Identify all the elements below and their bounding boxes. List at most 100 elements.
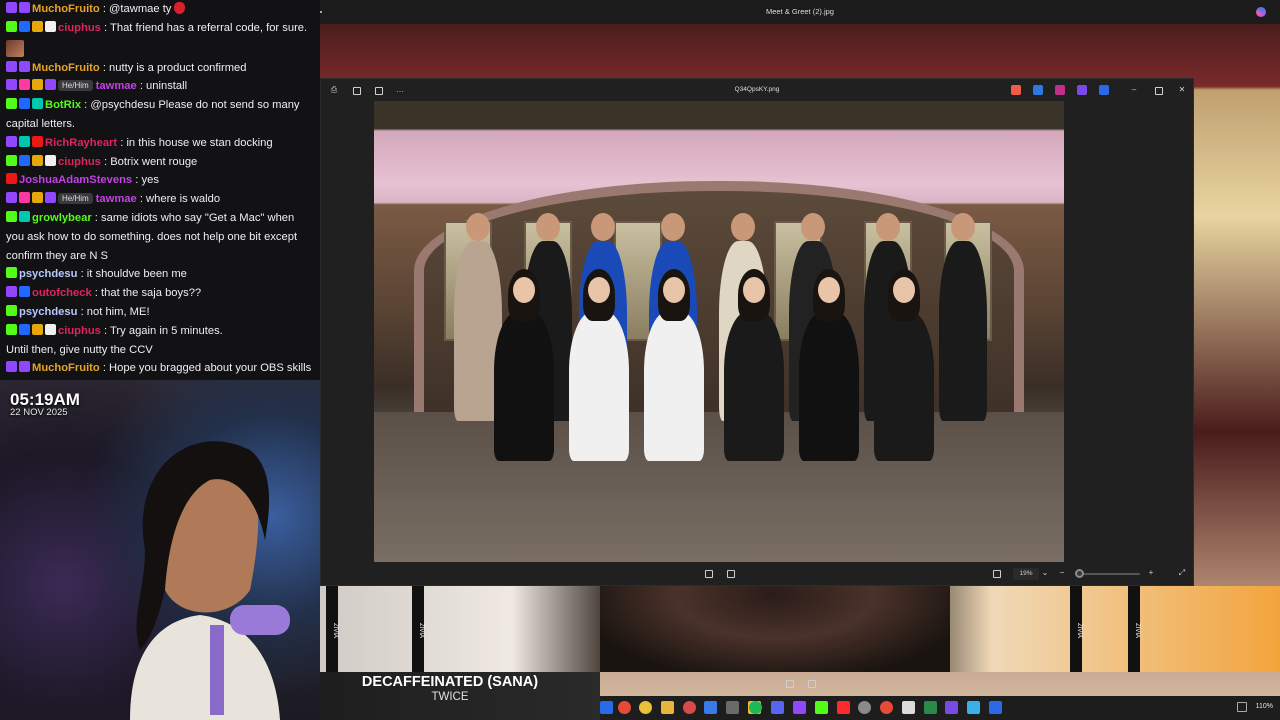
zoom-out-icon[interactable]: − [1057, 568, 1067, 578]
photo-person-head [466, 213, 490, 241]
chat-username[interactable]: JoshuaAdamStevens [19, 174, 132, 186]
chat-username[interactable]: tawmae [96, 80, 137, 92]
terminal-icon[interactable] [924, 701, 937, 714]
photo-person [874, 311, 934, 461]
copilot-icon[interactable] [1256, 7, 1266, 17]
chat-message[interactable]: BotRix : @psychdesu Please do not send s… [6, 96, 314, 134]
chat-message[interactable]: ciuphus : Botrix went rouge [6, 153, 314, 172]
chat-message[interactable]: growlybear : same idiots who say "Get a … [6, 209, 314, 265]
chat-message[interactable]: MuchoFruito : Hope you bragged about you… [6, 359, 314, 380]
chat-message[interactable]: MuchoFruito : nutty is a product confirm… [6, 59, 314, 78]
chat-username[interactable]: ciuphus [58, 325, 101, 337]
chat-badge-icon [32, 20, 43, 32]
chat-username[interactable]: MuchoFruito [32, 62, 100, 74]
chat-username[interactable]: RichRayheart [45, 137, 117, 149]
chat-message[interactable]: He/Him tawmae : where is waldo [6, 190, 314, 209]
outer-window-titlebar[interactable]: Meet & Greet (2).jpg [320, 0, 1280, 24]
chat-username[interactable]: tawmae [96, 193, 137, 205]
photo-person [799, 311, 859, 461]
chat-username[interactable]: ciuphus [58, 22, 101, 34]
zoom-slider[interactable] [1078, 573, 1140, 575]
chat-badge-icon [6, 135, 17, 147]
clipchamp-icon[interactable] [1055, 85, 1065, 95]
photo-person-head [588, 277, 610, 303]
chat-message[interactable]: outofcheck : that the saja boys?? [6, 284, 314, 303]
youtube-icon[interactable] [837, 701, 850, 714]
onedrive-icon[interactable] [1099, 85, 1109, 95]
song-title: DECAFFEINATED (SANA) [361, 674, 539, 690]
view-mode-icon[interactable] [991, 568, 1001, 578]
chat-text: : Botrix went rouge [104, 155, 198, 168]
obs-icon[interactable] [858, 701, 871, 714]
twitch-icon[interactable] [793, 701, 806, 714]
app-icon[interactable] [945, 701, 958, 714]
chat-message[interactable]: Until then, give nutty the CCV [6, 341, 314, 360]
chat-username[interactable]: BotRix [45, 99, 81, 111]
minimize-icon[interactable]: – [1129, 85, 1139, 95]
song-artist: TWICE [431, 691, 469, 703]
chat-username[interactable]: outofcheck [32, 287, 92, 299]
chat-badge-icon [6, 154, 17, 166]
spotify-icon[interactable] [749, 701, 762, 714]
chat-message[interactable]: RichRayheart : in this house we stan doc… [6, 134, 314, 153]
chat-emote-icon [6, 39, 24, 57]
paint-icon[interactable] [1033, 85, 1043, 95]
chat-username[interactable]: MuchoFruito [32, 362, 100, 374]
close-icon[interactable]: ✕ [1177, 85, 1187, 95]
chat-username[interactable]: psychdesu [19, 268, 77, 280]
photo-person [939, 241, 987, 421]
app-icon[interactable] [704, 701, 717, 714]
chat-badge-icon [19, 135, 30, 147]
chat-message[interactable]: psychdesu : it shouldve been me [6, 265, 314, 284]
lanyard: ZIVIA [1128, 586, 1140, 672]
zoom-in-icon[interactable]: + [1146, 568, 1156, 578]
chat-message[interactable]: psychdesu : not him, ME! [6, 303, 314, 322]
chat-username[interactable]: ciuphus [58, 156, 101, 168]
kick-icon[interactable] [815, 701, 828, 714]
chat-text: : it shouldve been me [80, 268, 187, 281]
chat-message[interactable]: ciuphus : Try again in 5 minutes. [6, 322, 314, 341]
crop-icon[interactable] [806, 678, 816, 688]
maximize-icon[interactable] [1153, 85, 1163, 95]
start-icon[interactable] [600, 701, 613, 714]
discord-icon[interactable] [771, 701, 784, 714]
app-icon[interactable] [726, 701, 739, 714]
browser-icon[interactable] [639, 701, 652, 714]
app-icon[interactable] [902, 701, 915, 714]
display-icon[interactable] [1237, 702, 1247, 712]
hair-region [600, 586, 950, 672]
file-explorer-icon[interactable] [661, 701, 674, 714]
expand-icon[interactable]: ⤢ [1177, 568, 1187, 578]
chat-message[interactable]: JoshuaAdamStevens : yes [6, 171, 314, 190]
chat-message[interactable]: ciuphus : That friend has a referral cod… [6, 19, 314, 38]
chat-username[interactable]: growlybear [32, 212, 92, 224]
zoom-level[interactable]: 19% [1013, 568, 1039, 580]
copilot-app-icon[interactable] [1011, 85, 1021, 95]
fit-screen-icon[interactable] [703, 568, 713, 578]
chat-message[interactable]: MuchoFruito : @tawmae ty [6, 0, 314, 19]
webcam-date: 22 NOV 2025 [10, 407, 68, 418]
chat-username[interactable]: psychdesu [19, 306, 77, 318]
chat-username[interactable]: MuchoFruito [32, 3, 100, 15]
zoom-dropdown-icon[interactable]: ⌄ [1040, 568, 1050, 578]
chat-text: : where is waldo [139, 193, 221, 206]
chat-badge-icon [19, 154, 30, 166]
chat-badge-icon [32, 154, 43, 166]
chat-message[interactable] [6, 38, 314, 59]
fullscreen-toggle-icon[interactable] [725, 568, 735, 578]
chat-badge-icon [45, 192, 56, 204]
designer-icon[interactable] [1077, 85, 1087, 95]
chat-message[interactable]: He/Him tawmae : uninstall [6, 77, 314, 96]
photos-icon[interactable] [989, 701, 1002, 714]
fit-icon[interactable] [784, 678, 794, 688]
app-icon[interactable] [683, 701, 696, 714]
app-icon[interactable] [967, 701, 980, 714]
zoom-slider-thumb[interactable] [1075, 569, 1084, 578]
chrome-icon[interactable] [880, 701, 893, 714]
photo-person-head [876, 213, 900, 241]
outer-image-lower: ZIVIA ZIVIA ZIVIA ZIVIA [320, 586, 1280, 672]
now-playing-overlay: DECAFFEINATED (SANA) TWICE [320, 672, 600, 720]
chrome-icon[interactable] [618, 701, 631, 714]
chat-badge-icon [6, 192, 17, 204]
desktop-scene: Meet & Greet (2).jpg ⎙ … Q34QpsKY.png – … [320, 0, 1280, 720]
